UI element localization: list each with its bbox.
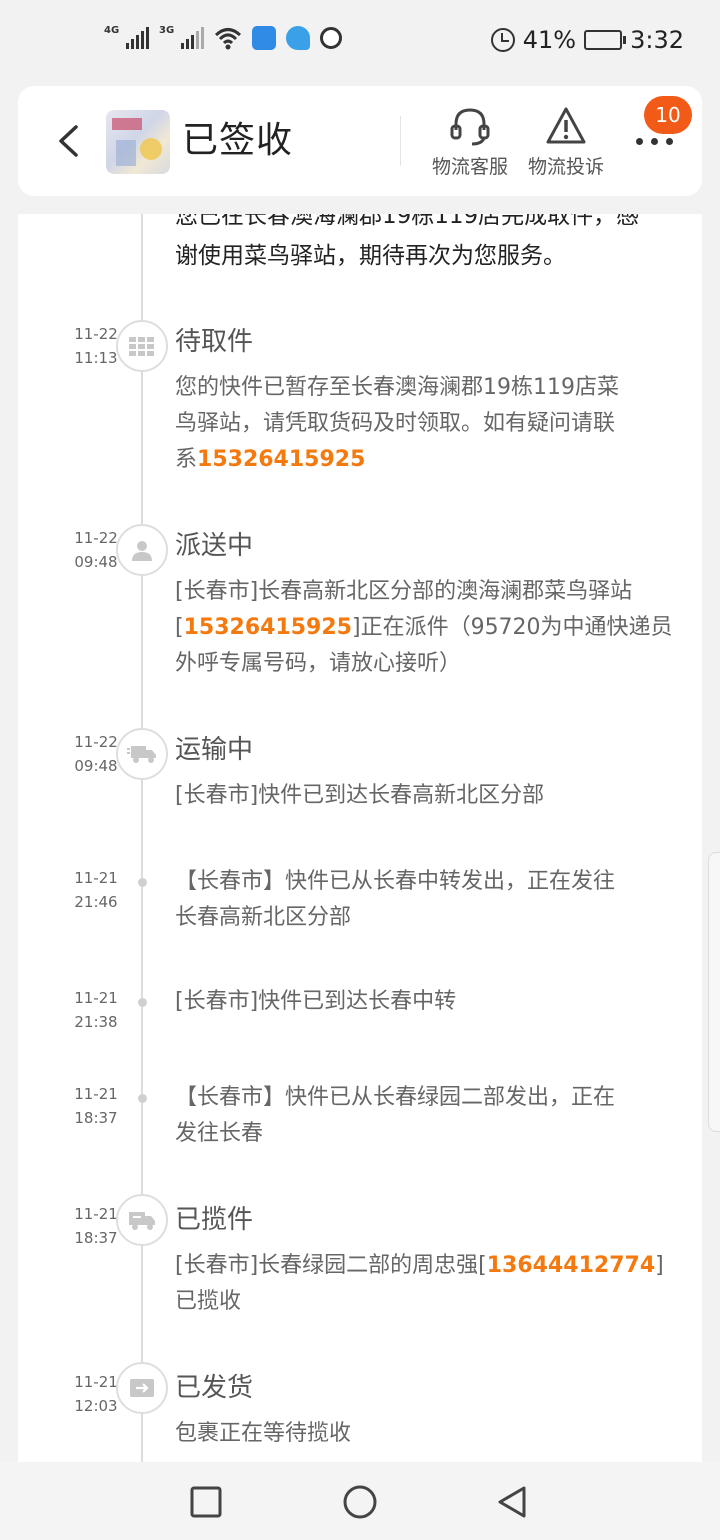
event-text-line: 已揽收 <box>175 1289 242 1314</box>
event-title: 待取件 <box>175 327 254 357</box>
event-text-line: [长春市]长春绿园二部的周忠强[13644412774] <box>175 1248 685 1284</box>
notification-badge: 10 <box>644 96 692 134</box>
event-text-line: 包裹正在等待揽收 <box>175 1421 352 1446</box>
network-type-2: 3G <box>159 25 175 36</box>
wifi-icon <box>214 28 242 50</box>
shield-app-icon <box>320 27 342 49</box>
logistics-complaint-label: 物流投诉 <box>527 156 604 178</box>
event-text-line: 长春高新北区分部 <box>175 905 352 930</box>
timeline-line <box>141 214 143 1462</box>
event-text-line: [15326415925]正在派件（95720为中通快递员 <box>175 610 685 646</box>
header-card: 已签收 物流客服 物流投诉 10 <box>18 86 702 196</box>
grid-icon <box>116 320 168 372</box>
event-text-line: 【长春市】快件已从长春绿园二部发出，正在 <box>175 1085 616 1110</box>
status-bar: 4G 3G 41% 3:32 <box>0 0 720 84</box>
delivery-app-icon <box>252 26 276 50</box>
edge-scroll-handle[interactable] <box>708 852 720 1132</box>
phone-link[interactable]: 13644412774 <box>487 1253 655 1278</box>
signal-icon-3g: 3G <box>159 25 204 49</box>
event-date: 11-21 <box>74 989 118 1007</box>
event-text-line: 鸟驿站，请凭取货码及时领取。如有疑问请联 <box>175 411 616 436</box>
logistics-service-button[interactable]: 物流客服 <box>422 104 518 179</box>
event-time: 18:37 <box>74 1109 118 1127</box>
product-thumbnail[interactable] <box>106 110 170 174</box>
event-date: 11-21 <box>74 869 118 887</box>
event-text-line: 您的快件已暂存至长春澳海澜郡19栋119店菜 <box>175 375 619 400</box>
event-text-rest: ]正在派件（95720为中通快递员 <box>351 615 673 640</box>
event-text-line: 系15326415925 <box>175 442 685 478</box>
event-title: 派送中 <box>175 531 254 561</box>
header-divider <box>400 116 401 166</box>
person-icon <box>116 524 168 576</box>
status-left: 4G 3G <box>104 25 342 50</box>
battery-percent: 41% <box>522 26 577 54</box>
event-time: 21:38 <box>74 1013 118 1031</box>
truck-box-icon <box>116 1194 168 1246</box>
bird-app-icon <box>286 26 310 50</box>
warning-triangle-icon <box>546 107 586 144</box>
phone-link[interactable]: 15326415925 <box>184 615 352 640</box>
logistics-timeline[interactable]: 您已在长春澳海澜郡19栋119店完成取件，感 谢使用菜鸟驿站，期待再次为您服务。… <box>18 214 702 1462</box>
battery-icon <box>584 30 627 50</box>
event-time: 21:46 <box>74 893 118 911</box>
event-title: 已揽件 <box>175 1205 254 1235</box>
event-title: 运输中 <box>175 735 254 765</box>
back-triangle-icon[interactable] <box>494 1484 530 1520</box>
system-nav-bar <box>0 1462 720 1540</box>
event-title: 已发货 <box>175 1373 254 1403</box>
signed-event-line-2: 谢使用菜鸟驿站，期待再次为您服务。 <box>175 243 566 269</box>
logistics-service-label: 物流客服 <box>431 156 508 178</box>
network-type-1: 4G <box>104 25 120 36</box>
signed-event-line-1: 您已在长春澳海澜郡19栋119店完成取件，感 <box>175 214 640 229</box>
event-text-prefix: 系 <box>175 447 198 472</box>
truck-icon <box>116 728 168 780</box>
recents-square-icon[interactable] <box>188 1484 224 1520</box>
event-date: 11-21 <box>74 1085 118 1103</box>
event-text-line: 发往长春 <box>175 1121 264 1146</box>
alarm-icon <box>490 28 515 52</box>
bracket-close: ] <box>655 1253 664 1278</box>
headset-icon <box>450 108 490 146</box>
timeline-dot <box>138 878 147 887</box>
signal-icon-4g: 4G <box>104 25 149 49</box>
event-text-line: [长春市]快件已到达长春中转 <box>175 989 457 1014</box>
package-icon <box>116 1362 168 1414</box>
timeline-dot <box>138 1094 147 1103</box>
event-text-line: 【长春市】快件已从长春中转发出，正在发往 <box>175 869 616 894</box>
home-circle-icon[interactable] <box>342 1484 378 1520</box>
clock: 3:32 <box>630 26 684 54</box>
phone-link[interactable]: 15326415925 <box>197 447 365 472</box>
event-text-line: [长春市]快件已到达长春高新北区分部 <box>175 783 545 808</box>
status-right: 41% 3:32 <box>490 26 684 54</box>
event-text-prefix: [长春市]长春绿园二部的周忠强[ <box>175 1253 487 1278</box>
event-text-line: [长春市]长春高新北区分部的澳海澜郡菜鸟驿站 <box>175 579 633 604</box>
page-title: 已签收 <box>182 120 294 161</box>
bracket-open: [ <box>175 615 184 640</box>
chevron-left-icon[interactable] <box>56 124 80 158</box>
event-text-line: 外呼专属号码，请放心接听） <box>175 651 462 676</box>
logistics-complaint-button[interactable]: 物流投诉 <box>518 104 614 179</box>
timeline-dot <box>138 998 147 1007</box>
